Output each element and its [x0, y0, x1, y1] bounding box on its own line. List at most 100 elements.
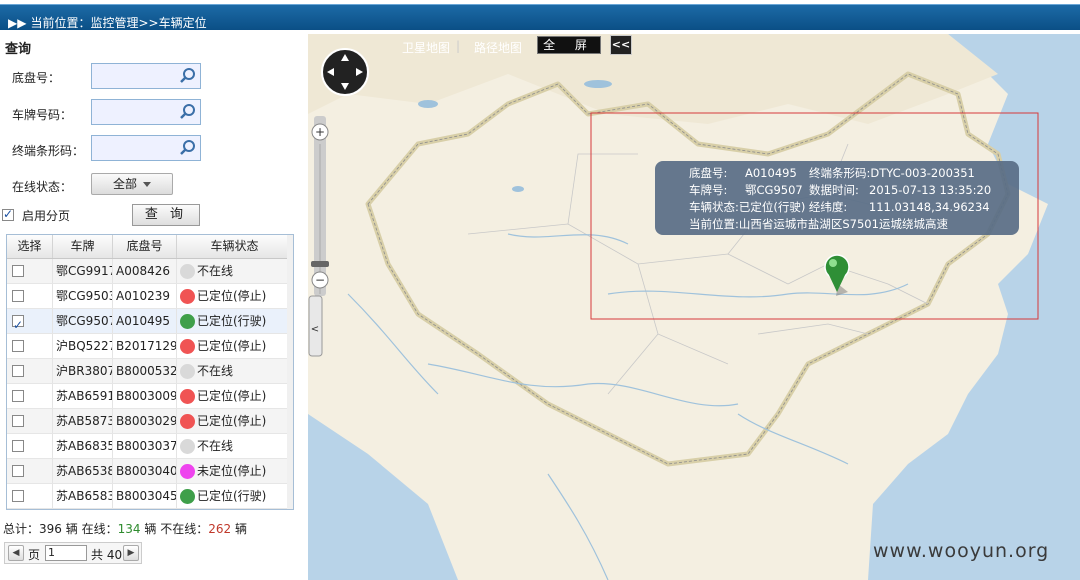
breadcrumb-text: 当前位置：监控管理>>车辆定位 — [30, 16, 207, 30]
query-title: 查询 — [5, 42, 32, 57]
row-checkbox[interactable] — [12, 340, 24, 352]
row-status-cell: 未定位(停止) — [177, 459, 293, 483]
online-status-value: 全部 — [112, 177, 137, 191]
row-chassis: B8003037 — [113, 434, 177, 458]
popup-chassis-label: 底盘号: — [689, 166, 728, 180]
row-chassis: B8000532 — [113, 359, 177, 383]
table-row[interactable]: 鄂CG9917 A008426 不在线 — [7, 259, 293, 284]
popup-location: 山西省运城市盐湖区S7501运城绕城高速 — [738, 217, 948, 231]
compass-icon[interactable] — [321, 48, 369, 96]
row-checkbox[interactable] — [12, 490, 24, 502]
popup-barcode-label: 终端条形码: — [809, 166, 871, 180]
row-plate: 苏AB6591 — [53, 384, 113, 408]
table-row[interactable]: 苏AB6538 B8003040 未定位(停止) — [7, 459, 293, 484]
row-select-cell — [7, 309, 53, 333]
collapse-icon[interactable]: << — [610, 35, 632, 55]
table-row[interactable]: 苏AB6591 B8003009 已定位(停止) — [7, 384, 293, 409]
popup-time-label: 数据时间: — [809, 183, 859, 197]
row-plate: 沪BR3807 — [53, 359, 113, 383]
status-dot-icon — [180, 464, 195, 479]
table-row[interactable]: 苏AB6835 B8003037 不在线 — [7, 434, 293, 459]
status-dot-icon — [180, 364, 195, 379]
prev-page-icon[interactable]: ◀ — [8, 545, 24, 561]
popup-coord-label: 经纬度: — [808, 200, 848, 214]
status-dot-icon — [180, 489, 195, 504]
row-status: 未定位(停止) — [197, 464, 267, 478]
row-checkbox[interactable] — [12, 313, 24, 333]
table-row[interactable]: 苏AB5873 B8003029 已定位(停止) — [7, 409, 293, 434]
row-chassis: A008426 — [113, 259, 177, 283]
row-checkbox[interactable] — [12, 415, 24, 427]
barcode-input[interactable] — [92, 136, 178, 160]
row-status-cell: 已定位(停止) — [177, 409, 293, 433]
search-icon[interactable] — [179, 103, 197, 121]
row-select-cell — [7, 409, 53, 433]
zoom-out-icon[interactable]: − — [311, 271, 329, 289]
svg-text:−: − — [315, 273, 325, 287]
row-plate: 鄂CG9503 — [53, 284, 113, 308]
row-select-cell — [7, 334, 53, 358]
row-status-cell: 已定位(停止) — [177, 284, 293, 308]
side-collapse-icon: < — [311, 324, 319, 335]
row-plate: 沪BQ5227 — [53, 334, 113, 358]
table-row[interactable]: 沪BQ5227 B2017129 已定位(停止) — [7, 334, 293, 359]
row-checkbox[interactable] — [12, 440, 24, 452]
row-checkbox[interactable] — [12, 465, 24, 477]
fullscreen-button[interactable]: 全 屏 — [537, 36, 601, 54]
table-row[interactable]: 沪BR3807 B8000532 不在线 — [7, 359, 293, 384]
column-header-chassis[interactable]: 底盘号 — [113, 235, 177, 258]
page-label: 页 — [28, 548, 41, 562]
vehicle-table: 选择 车牌 底盘号 车辆状态 鄂CG9917 A008426 不在线 鄂CG9503 A… — [6, 234, 294, 510]
row-select-cell — [7, 459, 53, 483]
page-input[interactable]: 1 — [45, 545, 87, 561]
map-view[interactable]: + − < 底盘号: A010495 终端条形码:DTYC-003-200351 车… — [308, 34, 1080, 580]
search-button[interactable]: 查 询 — [132, 204, 200, 226]
status-dot-icon — [180, 314, 195, 329]
row-status: 已定位(行驶) — [197, 314, 267, 328]
vehicle-info-popup: 底盘号: A010495 终端条形码:DTYC-003-200351 车牌号: 鄂CG… — [655, 161, 1019, 235]
online-status-select[interactable]: 全部 — [91, 173, 173, 195]
table-row[interactable]: 鄂CG9503 A010239 已定位(停止) — [7, 284, 293, 309]
row-select-cell — [7, 434, 53, 458]
row-checkbox[interactable] — [12, 390, 24, 402]
chassis-input[interactable] — [92, 64, 178, 88]
page-total: 共 40 — [91, 548, 123, 562]
row-checkbox[interactable] — [12, 365, 24, 377]
route-map-link[interactable]: 路径地图 — [474, 39, 522, 56]
row-checkbox[interactable] — [12, 290, 24, 302]
row-status: 已定位(停止) — [197, 289, 267, 303]
column-header-plate[interactable]: 车牌 — [53, 235, 113, 258]
search-icon[interactable] — [179, 67, 197, 85]
row-checkbox[interactable] — [12, 265, 24, 277]
popup-chassis: A010495 — [745, 166, 797, 180]
zoom-handle[interactable] — [311, 261, 329, 267]
popup-line-3: 车辆状态:已定位(行驶) 经纬度: 111.03148,34.96234 — [689, 199, 990, 215]
column-header-status[interactable]: 车辆状态 — [177, 235, 293, 258]
row-chassis: B8003029 — [113, 409, 177, 433]
chassis-input-box — [91, 63, 201, 89]
row-chassis: B8003045 — [113, 484, 177, 508]
next-page-icon[interactable]: ▶ — [123, 545, 139, 561]
row-plate: 鄂CG9507 — [53, 309, 113, 333]
row-status: 不在线 — [197, 364, 234, 378]
popup-coord: 111.03148,34.96234 — [868, 200, 990, 214]
table-scrollbar[interactable] — [287, 235, 293, 509]
table-row[interactable]: 鄂CG9507A010495 已定位(行驶) — [7, 309, 293, 334]
satellite-map-link[interactable]: 卫星地图 — [402, 39, 450, 56]
row-select-cell — [7, 384, 53, 408]
barcode-label: 终端条形码： — [12, 144, 85, 158]
row-plate: 鄂CG9917 — [53, 259, 113, 283]
plate-input[interactable] — [92, 100, 178, 124]
column-header-select[interactable]: 选择 — [7, 235, 53, 258]
row-select-cell — [7, 259, 53, 283]
table-row[interactable]: 苏AB6583 B8003045 已定位(行驶) — [7, 484, 293, 509]
online-unit: 辆 — [144, 522, 157, 536]
chassis-label: 底盘号： — [12, 71, 61, 85]
barcode-input-box — [91, 135, 201, 161]
zoom-in-icon[interactable]: + — [311, 123, 329, 141]
row-status: 已定位(行驶) — [197, 489, 267, 503]
row-chassis: B2017129 — [113, 334, 177, 358]
row-plate: 苏AB6835 — [53, 434, 113, 458]
paging-checkbox[interactable] — [2, 207, 14, 221]
search-icon[interactable] — [179, 139, 197, 157]
